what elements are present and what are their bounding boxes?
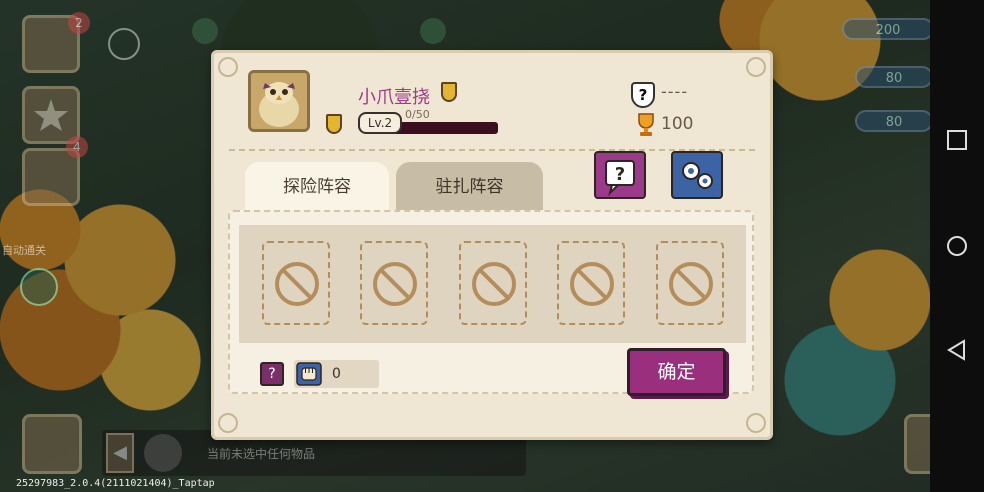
confirm-button[interactable]: 确定 — [627, 348, 726, 396]
player-name: 小爪壹挠 — [358, 87, 430, 108]
resource-counter: 80 — [855, 66, 930, 88]
notification-badge: 4 — [66, 136, 88, 158]
tab-exploration-team[interactable]: 探险阵容 — [245, 162, 389, 212]
forbidden-icon — [669, 262, 713, 306]
notification-badge: 2 — [68, 12, 90, 34]
fist-power-icon — [296, 362, 322, 386]
name-shield-icon — [441, 82, 457, 102]
help-button[interactable]: ? — [594, 151, 646, 199]
side-label: 自动通关 — [2, 244, 46, 257]
forbidden-icon — [275, 262, 319, 306]
map-scroll-button[interactable] — [22, 414, 82, 474]
team-slot[interactable] — [360, 241, 428, 325]
forbidden-icon — [472, 262, 516, 306]
settings-button[interactable] — [671, 151, 723, 199]
tab-garrison-team[interactable]: 驻扎阵容 — [396, 162, 543, 212]
compass-icon[interactable] — [108, 28, 140, 60]
gear-icon — [682, 162, 713, 189]
home-icon[interactable] — [945, 234, 969, 258]
trophy-icon — [638, 113, 654, 136]
player-avatar[interactable] — [248, 70, 310, 132]
team-slot[interactable] — [656, 241, 724, 325]
back-icon[interactable] — [945, 338, 969, 362]
help-icon: ? — [605, 160, 635, 197]
rank-text: ---- — [661, 82, 689, 101]
recents-icon[interactable] — [945, 128, 969, 152]
owl-avatar-icon — [251, 73, 307, 129]
team-slot[interactable] — [459, 241, 527, 325]
map-node-icon[interactable] — [192, 18, 218, 44]
status-text: 当前未选中任何物品 — [207, 447, 316, 461]
android-nav-bar — [930, 0, 984, 492]
trophy-count: 100 — [661, 114, 694, 134]
star-menu-button[interactable] — [22, 86, 80, 144]
map-node-icon[interactable] — [420, 18, 446, 44]
forbidden-icon — [373, 262, 417, 306]
rank-unknown-icon: ? — [631, 82, 655, 108]
currency-icon — [144, 434, 182, 472]
xp-progress-bar — [395, 122, 498, 134]
team-slot[interactable] — [557, 241, 625, 325]
map-node-icon[interactable] — [20, 268, 58, 306]
team-slot[interactable] — [262, 241, 330, 325]
house-menu-button[interactable] — [904, 414, 930, 474]
svg-text:?: ? — [615, 164, 625, 185]
rank-shield-icon — [326, 114, 342, 134]
star-icon — [34, 99, 68, 131]
level-badge: Lv.2 — [358, 112, 402, 134]
resource-counter: 200 — [842, 18, 930, 40]
prev-arrow-button[interactable]: ◀ — [106, 433, 134, 473]
power-value: 0 — [332, 366, 341, 382]
build-watermark: 25297983_2.0.4(2111021404)_Taptap — [16, 478, 215, 489]
forbidden-icon — [570, 262, 614, 306]
xp-text: 0/50 — [405, 108, 430, 121]
resource-counter: 80 — [855, 110, 930, 132]
power-help-button[interactable]: ? — [260, 362, 284, 386]
